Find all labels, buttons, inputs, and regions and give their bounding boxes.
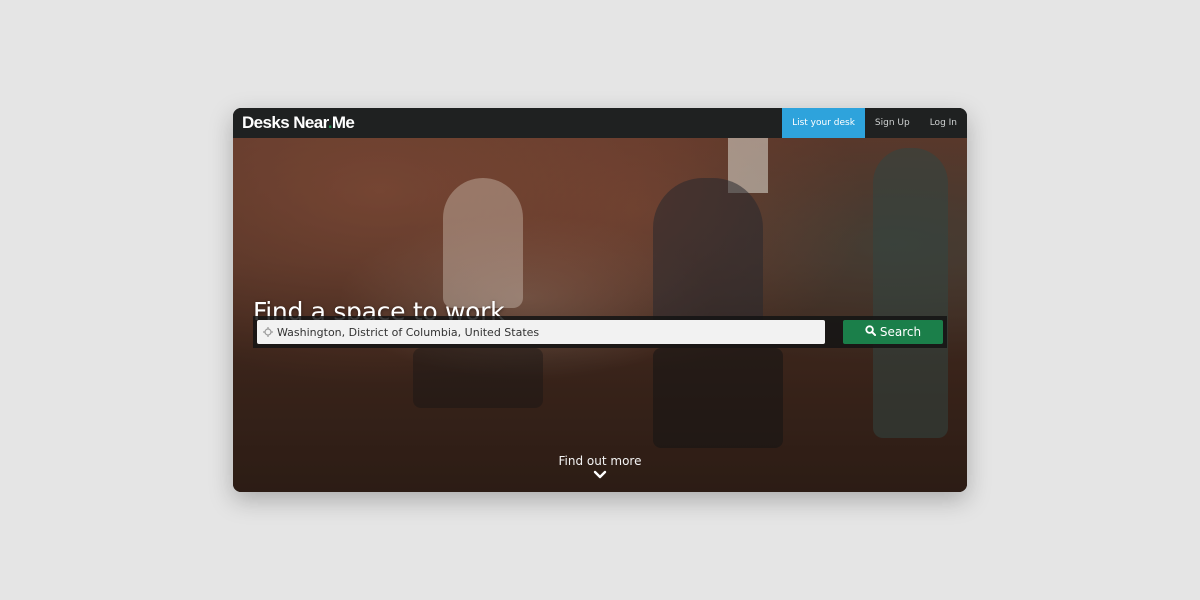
background-photo-chair <box>413 348 543 408</box>
search-button[interactable]: Search <box>843 320 943 344</box>
logo-text-desks-near: Desks Near <box>242 113 328 132</box>
logo-text-me: Me <box>331 113 355 132</box>
search-icon <box>865 325 876 339</box>
search-button-label: Search <box>879 325 922 339</box>
chevron-down-icon <box>593 470 607 479</box>
location-crosshair-icon[interactable] <box>263 327 273 337</box>
location-search-input[interactable] <box>277 325 817 339</box>
logo[interactable]: Desks Near.Me <box>242 113 355 133</box>
nav-links: List your desk Sign Up Log In <box>782 108 967 138</box>
log-in-link[interactable]: Log In <box>920 108 967 138</box>
list-your-desk-button[interactable]: List your desk <box>782 108 865 138</box>
find-out-more-link[interactable]: Find out more <box>233 454 967 479</box>
background-photo-person <box>873 148 948 438</box>
find-out-more-label: Find out more <box>558 454 642 468</box>
background-photo-chair <box>653 348 783 448</box>
background-photo-person <box>653 178 763 328</box>
background-photo-person <box>443 178 523 308</box>
location-input-wrapper[interactable] <box>257 320 825 344</box>
browser-window: Desks Near.Me List your desk Sign Up Log… <box>233 108 967 492</box>
sign-up-link[interactable]: Sign Up <box>865 108 920 138</box>
hero-section: Find a space to work Search Find out mor… <box>233 138 967 492</box>
search-bar: Search <box>253 316 947 348</box>
navbar: Desks Near.Me List your desk Sign Up Log… <box>233 108 967 138</box>
